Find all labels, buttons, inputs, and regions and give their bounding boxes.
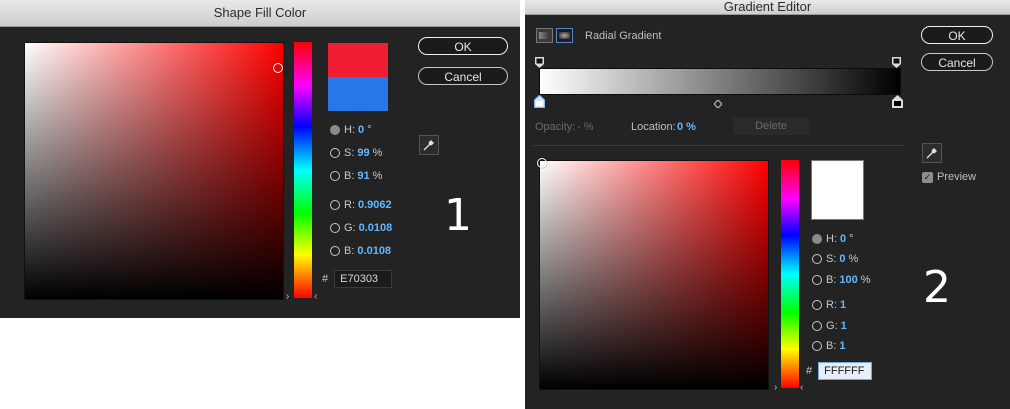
hue-value[interactable]: 0 <box>358 123 364 137</box>
blue-value[interactable]: 0.0108 <box>357 244 391 258</box>
opacity-label: Opacity: <box>535 121 576 133</box>
hex-input[interactable] <box>334 270 393 288</box>
hue-slider[interactable] <box>294 42 312 298</box>
hue-row[interactable]: H: 0 ° <box>330 123 372 137</box>
eyedropper-button[interactable] <box>419 135 439 155</box>
ok-button[interactable]: OK <box>418 37 508 55</box>
red-value[interactable]: 0.9062 <box>358 198 392 212</box>
annotation-number: 2 <box>923 262 951 313</box>
new-color-swatch <box>328 43 388 77</box>
opacity-stop-left[interactable] <box>535 55 544 68</box>
hue-value[interactable]: 0 <box>840 232 846 246</box>
color-stop-left-selected[interactable] <box>533 94 546 109</box>
green-radio[interactable] <box>812 321 822 331</box>
brightness-row[interactable]: B: 91% <box>330 169 382 183</box>
location-value[interactable]: 0 % <box>677 121 696 133</box>
green-row[interactable]: G: 0.0108 <box>330 221 392 235</box>
saturation-radio[interactable] <box>812 254 822 264</box>
divider <box>533 145 905 146</box>
brightness-value[interactable]: 100 <box>839 273 857 287</box>
hue-radio[interactable] <box>330 125 340 135</box>
saturation-brightness-field[interactable] <box>24 42 284 300</box>
eyedropper-button[interactable] <box>922 143 942 163</box>
opacity-stop-right[interactable] <box>892 55 901 68</box>
location-label: Location: <box>631 121 676 133</box>
color-stop-right[interactable] <box>892 95 903 108</box>
green-radio[interactable] <box>330 223 340 233</box>
brightness-value[interactable]: 91 <box>357 169 369 183</box>
green-row[interactable]: G: 1 <box>812 319 847 333</box>
blue-value[interactable]: 1 <box>839 339 845 353</box>
color-cursor[interactable] <box>273 63 283 73</box>
red-row[interactable]: R: 0.9062 <box>330 198 392 212</box>
cancel-button[interactable]: Cancel <box>921 53 993 71</box>
red-row[interactable]: R: 1 <box>812 298 846 312</box>
blue-radio[interactable] <box>330 246 340 256</box>
hex-row: # <box>322 270 393 288</box>
green-value[interactable]: 1 <box>841 319 847 333</box>
dialog-title: Shape Fill Color <box>0 0 520 27</box>
hue-slider-right-arrow-icon[interactable]: ‹ <box>800 383 803 393</box>
radial-gradient-icon[interactable] <box>556 28 573 43</box>
brightness-radio[interactable] <box>812 275 822 285</box>
gradient-type-label: Radial Gradient <box>585 30 662 42</box>
ok-button[interactable]: OK <box>921 26 993 44</box>
brightness-radio[interactable] <box>330 171 340 181</box>
hex-input[interactable] <box>818 362 873 380</box>
red-radio[interactable] <box>330 200 340 210</box>
delete-button[interactable]: Delete <box>733 117 809 135</box>
gradient-editor-dialog: Gradient Editor Radial Gradient OK Cance… <box>525 0 1010 409</box>
saturation-row[interactable]: S: 99% <box>330 146 382 160</box>
opacity-value[interactable]: - % <box>577 121 594 133</box>
red-value[interactable]: 1 <box>840 298 846 312</box>
cancel-button[interactable]: Cancel <box>418 67 508 85</box>
green-value[interactable]: 0.0108 <box>359 221 393 235</box>
eyedropper-icon <box>926 148 937 159</box>
saturation-row[interactable]: S: 0% <box>812 252 858 266</box>
annotation-number: 1 <box>444 190 472 241</box>
saturation-radio[interactable] <box>330 148 340 158</box>
hue-slider-right-arrow-icon[interactable]: ‹ <box>314 292 317 302</box>
hue-slider-left-arrow-icon[interactable]: › <box>774 383 777 393</box>
gradient-bar[interactable] <box>539 68 901 95</box>
midpoint-diamond-icon[interactable] <box>713 95 723 109</box>
hex-row: # <box>806 362 873 380</box>
eyedropper-icon <box>423 140 434 151</box>
hue-row[interactable]: H: 0 ° <box>812 232 854 246</box>
hue-radio[interactable] <box>812 234 822 244</box>
new-color-swatch <box>811 160 864 220</box>
saturation-value[interactable]: 0 <box>839 252 845 266</box>
blue-radio[interactable] <box>812 341 822 351</box>
shape-fill-color-dialog: Shape Fill Color › ‹ OK Cancel H: 0 ° S: 99… <box>0 0 520 318</box>
saturation-value[interactable]: 99 <box>357 146 369 160</box>
dialog-title: Gradient Editor <box>525 0 1010 15</box>
color-cursor[interactable] <box>537 158 547 168</box>
old-color-swatch[interactable] <box>328 77 388 111</box>
hue-slider[interactable] <box>781 160 799 388</box>
blue-row[interactable]: B: 0.0108 <box>330 244 391 258</box>
preview-label: Preview <box>937 171 977 183</box>
brightness-row[interactable]: B: 100% <box>812 273 871 287</box>
red-radio[interactable] <box>812 300 822 310</box>
linear-gradient-icon[interactable] <box>536 28 553 43</box>
hue-slider-left-arrow-icon[interactable]: › <box>286 292 289 302</box>
preview-checkbox[interactable]: ✓ <box>922 172 933 183</box>
saturation-brightness-field[interactable] <box>537 158 769 390</box>
blue-row[interactable]: B: 1 <box>812 339 846 353</box>
